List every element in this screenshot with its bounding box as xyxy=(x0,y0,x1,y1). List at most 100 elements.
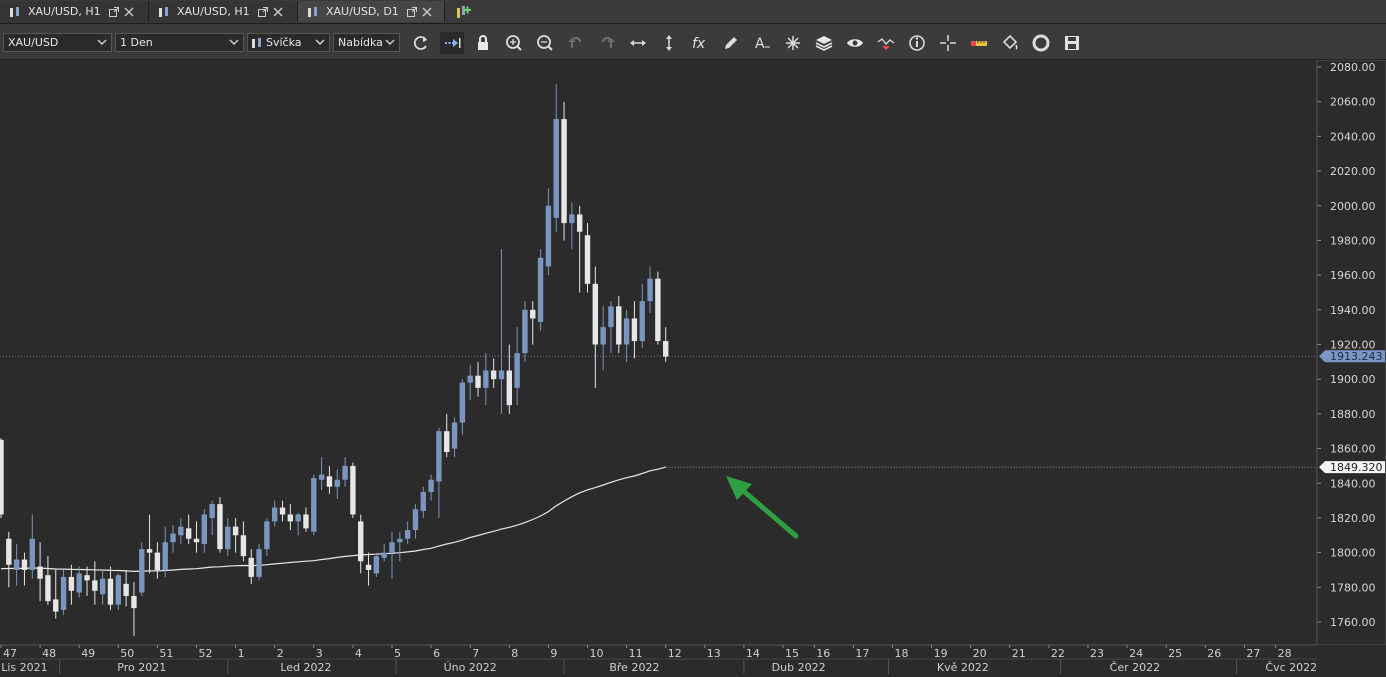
layers-button[interactable] xyxy=(812,32,836,54)
ruler-button[interactable] xyxy=(967,32,991,54)
info-button[interactable] xyxy=(905,32,929,54)
month-tick-label: Led 2022 xyxy=(280,661,331,674)
text-tool-button[interactable]: A xyxy=(750,32,774,54)
candle-body xyxy=(154,552,161,570)
refresh-button[interactable] xyxy=(409,32,433,54)
candle[interactable] xyxy=(256,543,262,581)
text-tool-icon: A xyxy=(755,36,770,52)
price-tick-label: 2040.00 xyxy=(1330,130,1376,143)
candle[interactable] xyxy=(350,462,356,518)
candle-body xyxy=(287,514,294,522)
candle-body xyxy=(279,507,286,515)
new-chart-tab-button[interactable] xyxy=(452,2,472,22)
pencil-button[interactable] xyxy=(719,32,743,54)
plot-background[interactable] xyxy=(0,60,1317,645)
lifebuoy-button[interactable] xyxy=(1029,32,1053,54)
candle[interactable] xyxy=(217,497,223,553)
candle[interactable] xyxy=(561,101,567,241)
lock-button[interactable] xyxy=(471,32,495,54)
candle-body xyxy=(0,439,4,515)
price-tick-label: 2060.00 xyxy=(1330,96,1376,109)
close-icon[interactable] xyxy=(124,7,134,17)
candle-body xyxy=(553,119,559,218)
tab-xauusd-h1-second[interactable]: XAU/USD, H1 xyxy=(149,1,298,22)
chart-type-select[interactable]: Svíčka xyxy=(247,33,330,52)
candle-body xyxy=(569,214,575,224)
chart-candle-icon xyxy=(308,6,317,17)
month-tick-label: Pro 2021 xyxy=(117,661,166,674)
candle[interactable] xyxy=(373,552,380,577)
candle[interactable] xyxy=(115,573,121,610)
zoom-in-icon xyxy=(506,35,522,51)
tab-bar: XAU/USD, H1 XAU/USD, H1 XAU/USD, D1 xyxy=(0,0,1386,24)
month-tick-label: Čer 2022 xyxy=(1110,661,1160,674)
ma-price-tag-label: 1849.320 xyxy=(1330,461,1383,474)
candle-body xyxy=(326,476,333,487)
week-tick-label: 24 xyxy=(1129,647,1143,660)
popout-icon[interactable] xyxy=(108,6,119,17)
chart-candle-icon xyxy=(159,6,168,17)
tab-xauusd-d1[interactable]: XAU/USD, D1 xyxy=(298,1,445,22)
candle[interactable] xyxy=(139,542,145,596)
chart-signal-button[interactable] xyxy=(874,32,898,54)
undo-icon xyxy=(568,36,582,48)
autoscroll-button[interactable] xyxy=(440,32,464,54)
candle-body xyxy=(311,478,317,532)
chart-signal-icon xyxy=(877,38,895,50)
candle[interactable] xyxy=(537,249,544,331)
symbol-select[interactable]: XAU/USD xyxy=(3,33,112,52)
timeframe-select[interactable]: 1 Den xyxy=(115,33,244,52)
eye-button[interactable] xyxy=(843,32,867,54)
week-tick-label: 12 xyxy=(668,647,682,660)
pattern-star-button[interactable] xyxy=(781,32,805,54)
candle-body xyxy=(451,422,458,449)
candle-body xyxy=(373,556,380,574)
zoom-out-button[interactable] xyxy=(533,32,557,54)
month-tick-label: Kvě 2022 xyxy=(937,661,989,674)
zoom-in-button[interactable] xyxy=(502,32,526,54)
crosshair-button[interactable] xyxy=(936,32,960,54)
popout-icon[interactable] xyxy=(257,6,268,17)
candle-body xyxy=(514,353,520,388)
week-tick-label: 48 xyxy=(42,647,56,660)
close-icon[interactable] xyxy=(273,7,283,17)
eye-icon xyxy=(847,39,863,47)
vertical-resize-button[interactable] xyxy=(657,32,681,54)
undo-button[interactable] xyxy=(564,32,588,54)
candle-body xyxy=(53,599,59,612)
candle-body xyxy=(240,535,247,557)
week-tick-label: 28 xyxy=(1278,647,1292,660)
popout-icon[interactable] xyxy=(406,6,417,17)
candle-body xyxy=(303,514,309,529)
candle[interactable] xyxy=(311,474,317,536)
candle-body xyxy=(444,431,450,453)
paint-bucket-button[interactable] xyxy=(998,32,1022,54)
add-chart-icon xyxy=(457,6,471,18)
tab-xauusd-h1[interactable]: XAU/USD, H1 xyxy=(0,1,149,22)
week-tick-label: 16 xyxy=(816,647,830,660)
candle-body xyxy=(608,306,614,328)
price-side-select[interactable]: Nabídka xyxy=(333,33,400,52)
candle-body xyxy=(217,504,223,550)
candle[interactable] xyxy=(522,301,528,362)
price-tick-label: 1840.00 xyxy=(1330,477,1376,490)
svg-text:fx: fx xyxy=(692,36,706,52)
candle-body xyxy=(13,559,20,570)
candle-body xyxy=(616,306,622,345)
candlestick-chart[interactable]: 2080.00 2060.00 2040.00 2020.00 2000.00 1980.… xyxy=(0,59,1386,674)
save-button[interactable] xyxy=(1060,32,1084,54)
price-tick-label: 2000.00 xyxy=(1330,200,1376,213)
price-tick-label: 1800.00 xyxy=(1330,547,1376,560)
redo-button[interactable] xyxy=(595,32,619,54)
week-tick-label: 7 xyxy=(472,647,479,660)
candle-body xyxy=(60,576,67,610)
horizontal-resize-button[interactable] xyxy=(626,32,650,54)
candle[interactable] xyxy=(0,438,4,518)
candle-body xyxy=(107,578,114,605)
close-icon[interactable] xyxy=(422,7,432,17)
candle-body xyxy=(248,557,254,577)
price-chart[interactable]: 2080.00 2060.00 2040.00 2020.00 2000.00 1980.… xyxy=(0,59,1386,674)
chevron-down-icon xyxy=(97,39,107,46)
candle[interactable] xyxy=(655,271,661,345)
indicators-fx-button[interactable]: fx xyxy=(688,32,712,54)
